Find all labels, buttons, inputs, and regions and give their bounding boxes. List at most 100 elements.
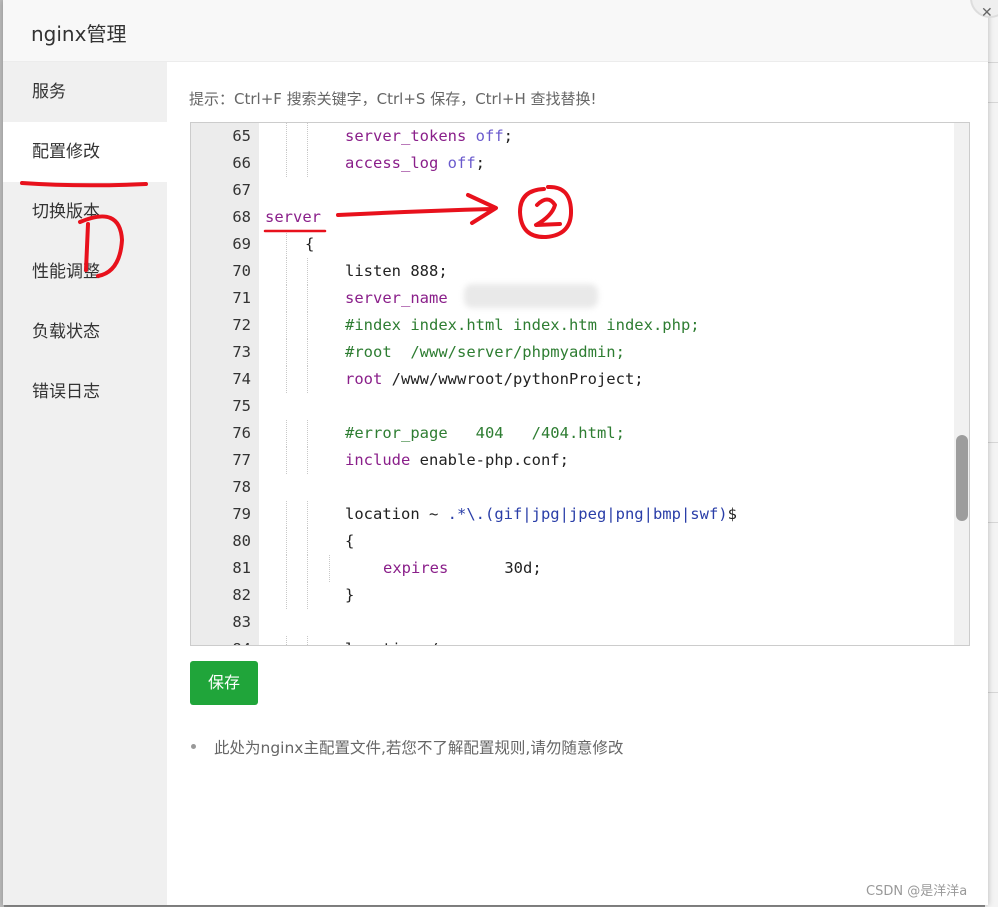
- sidebar-item-performance[interactable]: 性能调整: [3, 242, 167, 302]
- save-button[interactable]: 保存: [190, 661, 258, 705]
- line-number: 71: [232, 289, 251, 307]
- line-number: 81: [232, 559, 251, 577]
- code-token: {: [305, 235, 315, 253]
- code-token: $: [727, 505, 737, 523]
- indent-guide: [307, 636, 308, 645]
- indent-guide: [307, 420, 308, 447]
- bullet-icon: [191, 744, 196, 749]
- code-line: 77 include enable-php.conf;: [191, 447, 951, 474]
- code-token: listen 888;: [345, 262, 448, 280]
- dialog-header: nginx管理: [3, 0, 988, 62]
- line-number: 65: [232, 127, 251, 145]
- code-text: #root /www/server/phpmyadmin;: [345, 339, 625, 366]
- code-text: expires 30d;: [383, 555, 542, 582]
- code-token: server_tokens: [345, 127, 467, 145]
- code-line: 72 #index index.html index.htm index.php;: [191, 312, 951, 339]
- code-token: server: [265, 208, 321, 226]
- code-token: location /: [345, 640, 438, 645]
- indent-guide: [307, 447, 308, 474]
- indent-guide: [286, 150, 287, 177]
- code-token: .*\.(gif|jpg|jpeg|png|bmp|swf): [447, 505, 728, 523]
- code-line: 81 expires 30d;: [191, 555, 951, 582]
- line-number: 76: [232, 424, 251, 442]
- indent-guide: [286, 123, 287, 150]
- line-number: 77: [232, 451, 251, 469]
- sidebar-item-load-status[interactable]: 负载状态: [3, 302, 167, 362]
- indent-guide: [307, 501, 308, 528]
- code-token: #error_page 404 /404.html;: [345, 424, 625, 442]
- code-text: access_log off;: [345, 150, 485, 177]
- indent-guide: [286, 636, 287, 645]
- line-number: 69: [232, 235, 251, 253]
- editor-scrollbar[interactable]: [954, 123, 969, 645]
- code-editor[interactable]: 65 server_tokens off; 66 access_log off; 67 6…: [190, 122, 970, 646]
- line-number: 84: [191, 636, 251, 645]
- line-number: 78: [232, 478, 251, 496]
- code-text: {: [305, 231, 314, 258]
- indent-guide: [286, 420, 287, 447]
- indent-guide: [307, 555, 308, 582]
- line-number: 72: [232, 316, 251, 334]
- close-icon: ✕: [981, 4, 993, 20]
- code-token: enable-php.conf;: [410, 451, 569, 469]
- indent-guide: [286, 528, 287, 555]
- code-token: ;: [503, 127, 514, 145]
- line-number: 68: [232, 208, 251, 226]
- line-number: 83: [232, 613, 251, 631]
- code-token: {: [345, 532, 355, 550]
- indent-guide: [286, 501, 287, 528]
- indent-guide: [307, 582, 308, 609]
- indent-guide: [307, 528, 308, 555]
- line-number: 79: [232, 505, 251, 523]
- code-text: location /: [345, 636, 438, 645]
- code-text: include enable-php.conf;: [345, 447, 569, 474]
- code-token: include: [345, 451, 411, 469]
- watermark: CSDN @是洋洋a: [866, 884, 968, 899]
- indent-guide: [286, 555, 287, 582]
- line-number: 73: [232, 343, 251, 361]
- sidebar-item-service[interactable]: 服务: [3, 62, 167, 122]
- code-text: {: [345, 528, 354, 555]
- indent-guide: [307, 312, 308, 339]
- code-line: 78: [191, 474, 951, 501]
- line-number: 70: [232, 262, 251, 280]
- code-text: server_tokens off;: [345, 123, 513, 150]
- code-token: access_log: [345, 154, 439, 172]
- code-text: listen 888;: [345, 258, 448, 285]
- indent-guide: [286, 366, 287, 393]
- code-text: server_name: [345, 285, 457, 312]
- main-panel: 提示：Ctrl+F 搜索关键字，Ctrl+S 保存，Ctrl+H 查找替换! 6…: [167, 62, 988, 905]
- code-line: 69 {: [191, 231, 951, 258]
- code-token: location ~: [345, 505, 448, 523]
- code-line: 65 server_tokens off;: [191, 123, 951, 150]
- indent-guide: [307, 123, 308, 150]
- line-number: 74: [232, 370, 251, 388]
- code-text: }: [345, 582, 354, 609]
- scrollbar-thumb[interactable]: [956, 435, 968, 521]
- code-line: 84 location /: [191, 636, 951, 645]
- note-text: 此处为nginx主配置文件,若您不了解配置规则,请勿随意修改: [214, 739, 624, 757]
- indent-guide: [286, 582, 287, 609]
- dialog-title: nginx管理: [31, 22, 127, 46]
- sidebar-item-config-edit[interactable]: 配置修改: [3, 122, 167, 182]
- sidebar-item-error-log[interactable]: 错误日志: [3, 362, 167, 422]
- code-line: 66 access_log off;: [191, 150, 951, 177]
- indent-guide: [307, 339, 308, 366]
- code-text: #error_page 404 /404.html;: [345, 420, 625, 447]
- shortcut-hint: 提示：Ctrl+F 搜索关键字，Ctrl+S 保存，Ctrl+H 查找替换!: [189, 90, 597, 108]
- indent-guide: [307, 366, 308, 393]
- code-token: 30d;: [448, 559, 542, 577]
- code-token: #root /www/server/phpmyadmin;: [345, 343, 625, 361]
- code-line: 75: [191, 393, 951, 420]
- redacted-server-name: [464, 284, 598, 308]
- code-text: #index index.html index.htm index.php;: [345, 312, 700, 339]
- code-text: root /www/wwwroot/pythonProject;: [345, 366, 644, 393]
- config-warning-note: 此处为nginx主配置文件,若您不了解配置规则,请勿随意修改: [191, 736, 623, 758]
- sidebar-item-switch-version[interactable]: 切换版本: [3, 182, 167, 242]
- line-number: 80: [232, 532, 251, 550]
- nginx-dialog: nginx管理 服务 配置修改 切换版本 性能调整 负载状态 错误日志 提示：C…: [3, 0, 988, 905]
- code-token: off: [447, 154, 476, 172]
- code-line: 83: [191, 609, 951, 636]
